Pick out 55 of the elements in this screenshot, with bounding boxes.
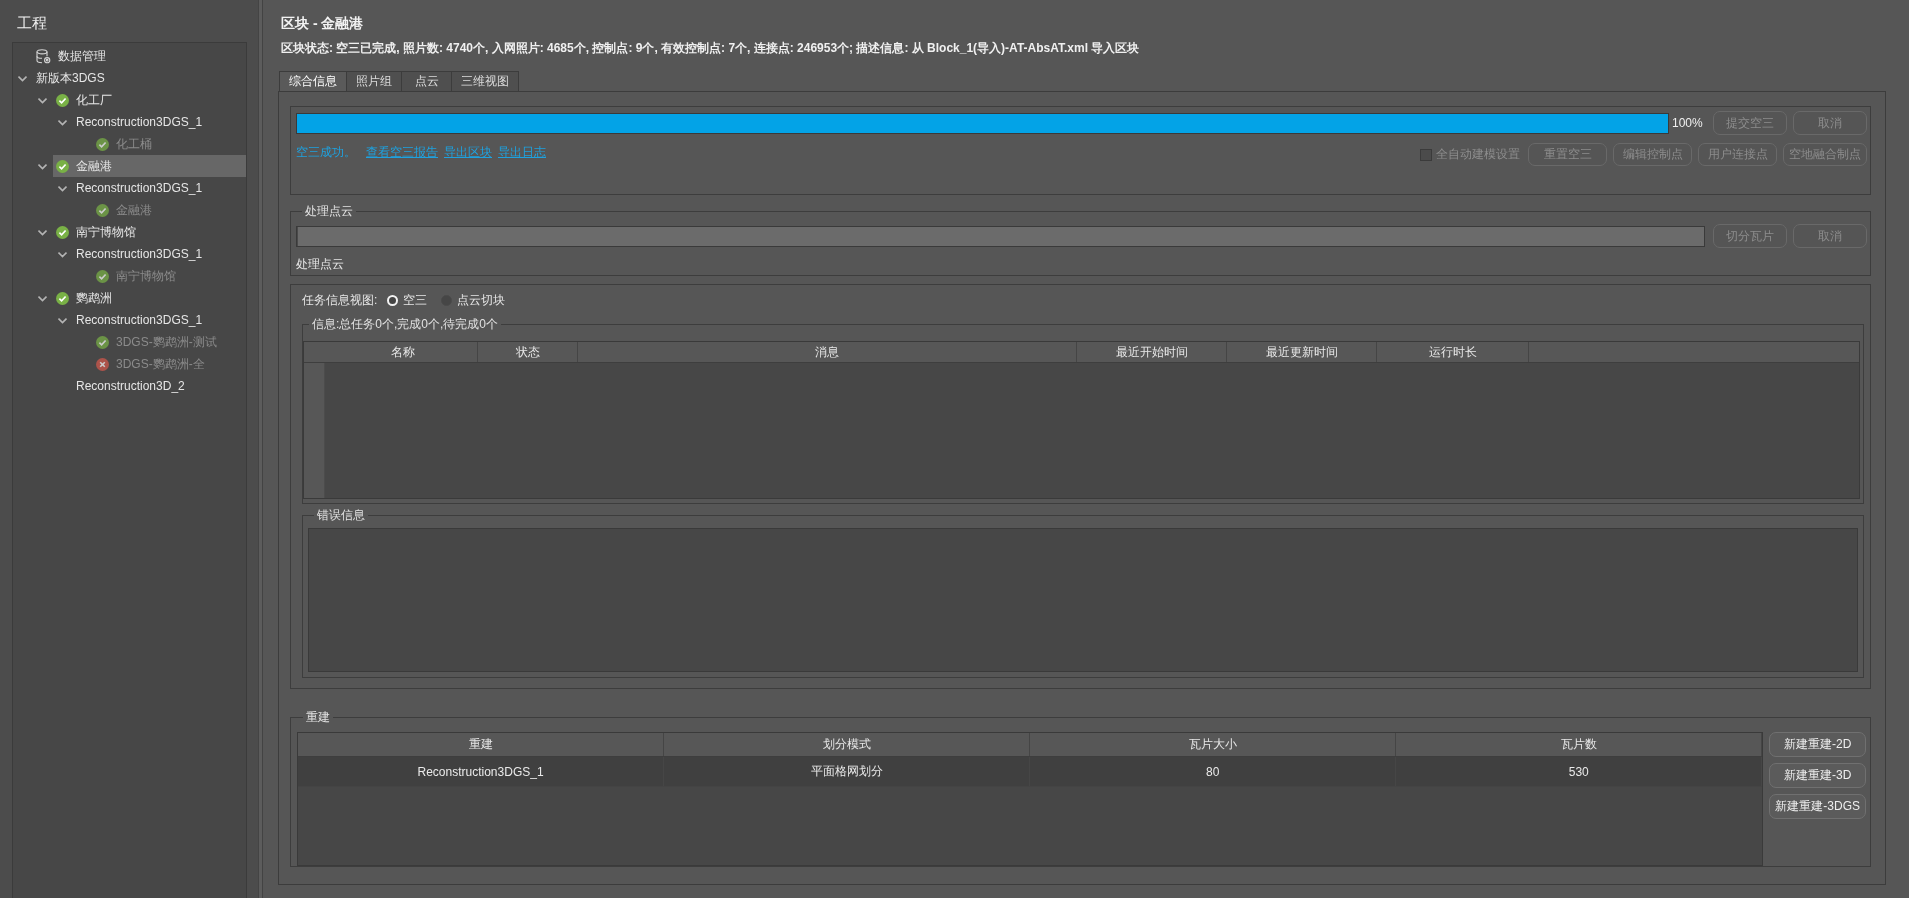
tree-item[interactable]: 新版本3DGS [33, 67, 113, 89]
chevron-icon[interactable] [18, 73, 27, 83]
column-header[interactable]: 消息 [578, 342, 1077, 362]
column-header[interactable]: 运行时长 [1377, 342, 1529, 362]
table-cell: 80 [1030, 757, 1397, 786]
sidebar-title: 工程 [17, 13, 48, 32]
tree-item[interactable]: 金融港 [53, 155, 246, 177]
group-title: 处理点云 [304, 204, 354, 218]
tab[interactable]: 照片组 [346, 71, 402, 91]
new-reconstruction-button[interactable]: 新建重建-3D [1769, 763, 1866, 788]
column-header[interactable]: 瓦片数 [1396, 733, 1763, 756]
group-title: 重建 [305, 710, 331, 724]
new-reconstruction-button[interactable]: 新建重建-3DGS [1769, 794, 1866, 819]
group-title: 信息:总任务0个,完成0个,待完成0个 [311, 317, 500, 331]
block-title: 区块 - 金融港 [281, 14, 365, 32]
tab[interactable]: 综合信息 [279, 71, 347, 91]
view-label: 任务信息视图: [302, 292, 378, 308]
chevron-icon[interactable] [38, 227, 47, 237]
tree-item[interactable]: Reconstruction3DGS_1 [73, 243, 211, 265]
tab[interactable]: 点云 [401, 71, 452, 91]
column-header[interactable]: 名称 [329, 342, 478, 362]
new-reconstruction-button[interactable]: 新建重建-2D [1769, 732, 1866, 757]
group-title: 错误信息 [316, 508, 366, 522]
tree-item[interactable]: Reconstruction3DGS_1 [73, 177, 211, 199]
chevron-icon[interactable] [58, 315, 67, 325]
chevron-icon[interactable] [58, 183, 67, 193]
chevron-icon[interactable] [58, 249, 67, 259]
column-header[interactable]: 状态 [478, 342, 578, 362]
progress-percent: 100% [1672, 116, 1702, 130]
tree-item[interactable]: 数据管理 [33, 45, 114, 67]
tree-item[interactable]: Reconstruction3DGS_1 [73, 111, 211, 133]
table-cell: 530 [1396, 757, 1763, 786]
column-header[interactable]: 重建 [298, 733, 665, 756]
tree-item[interactable]: 化工厂 [53, 89, 120, 111]
point-cloud-status: 处理点云 [296, 256, 345, 272]
database-icon [36, 48, 51, 64]
chevron-icon[interactable] [58, 117, 67, 127]
tree-item[interactable]: 鹦鹉洲 [53, 287, 120, 309]
chevron-icon[interactable] [38, 161, 47, 171]
result-text: 空三成功。 [296, 144, 356, 160]
tree-item[interactable]: 南宁博物馆 [53, 221, 144, 243]
tree-item[interactable]: Reconstruction3D_2 [73, 375, 193, 397]
column-header[interactable]: 划分模式 [664, 733, 1031, 756]
column-header[interactable]: 最近开始时间 [1077, 342, 1227, 362]
block-status-text: 区块状态: 空三已完成, 照片数: 4740个, 入网照片: 4685个, 控制点: 9个, 有效控制点: 7个, 连接点: 246953个; 描述信息: 从 Block_1(导入)-AT-AbsAT.xml 导入区块 [281, 40, 1141, 56]
tab[interactable]: 三维视图 [451, 71, 519, 91]
table-cell: 平面格网划分 [664, 757, 1031, 786]
chevron-icon[interactable] [38, 293, 47, 303]
column-header[interactable]: 瓦片大小 [1030, 733, 1397, 756]
table-cell: Reconstruction3DGS_1 [298, 757, 665, 786]
tree-item[interactable]: Reconstruction3DGS_1 [73, 309, 211, 331]
view-radio-option[interactable]: 空三 [387, 292, 428, 308]
view-radio-option[interactable]: 点云切块 [441, 292, 506, 308]
column-header[interactable]: 最近更新时间 [1227, 342, 1377, 362]
chevron-icon[interactable] [38, 95, 47, 105]
